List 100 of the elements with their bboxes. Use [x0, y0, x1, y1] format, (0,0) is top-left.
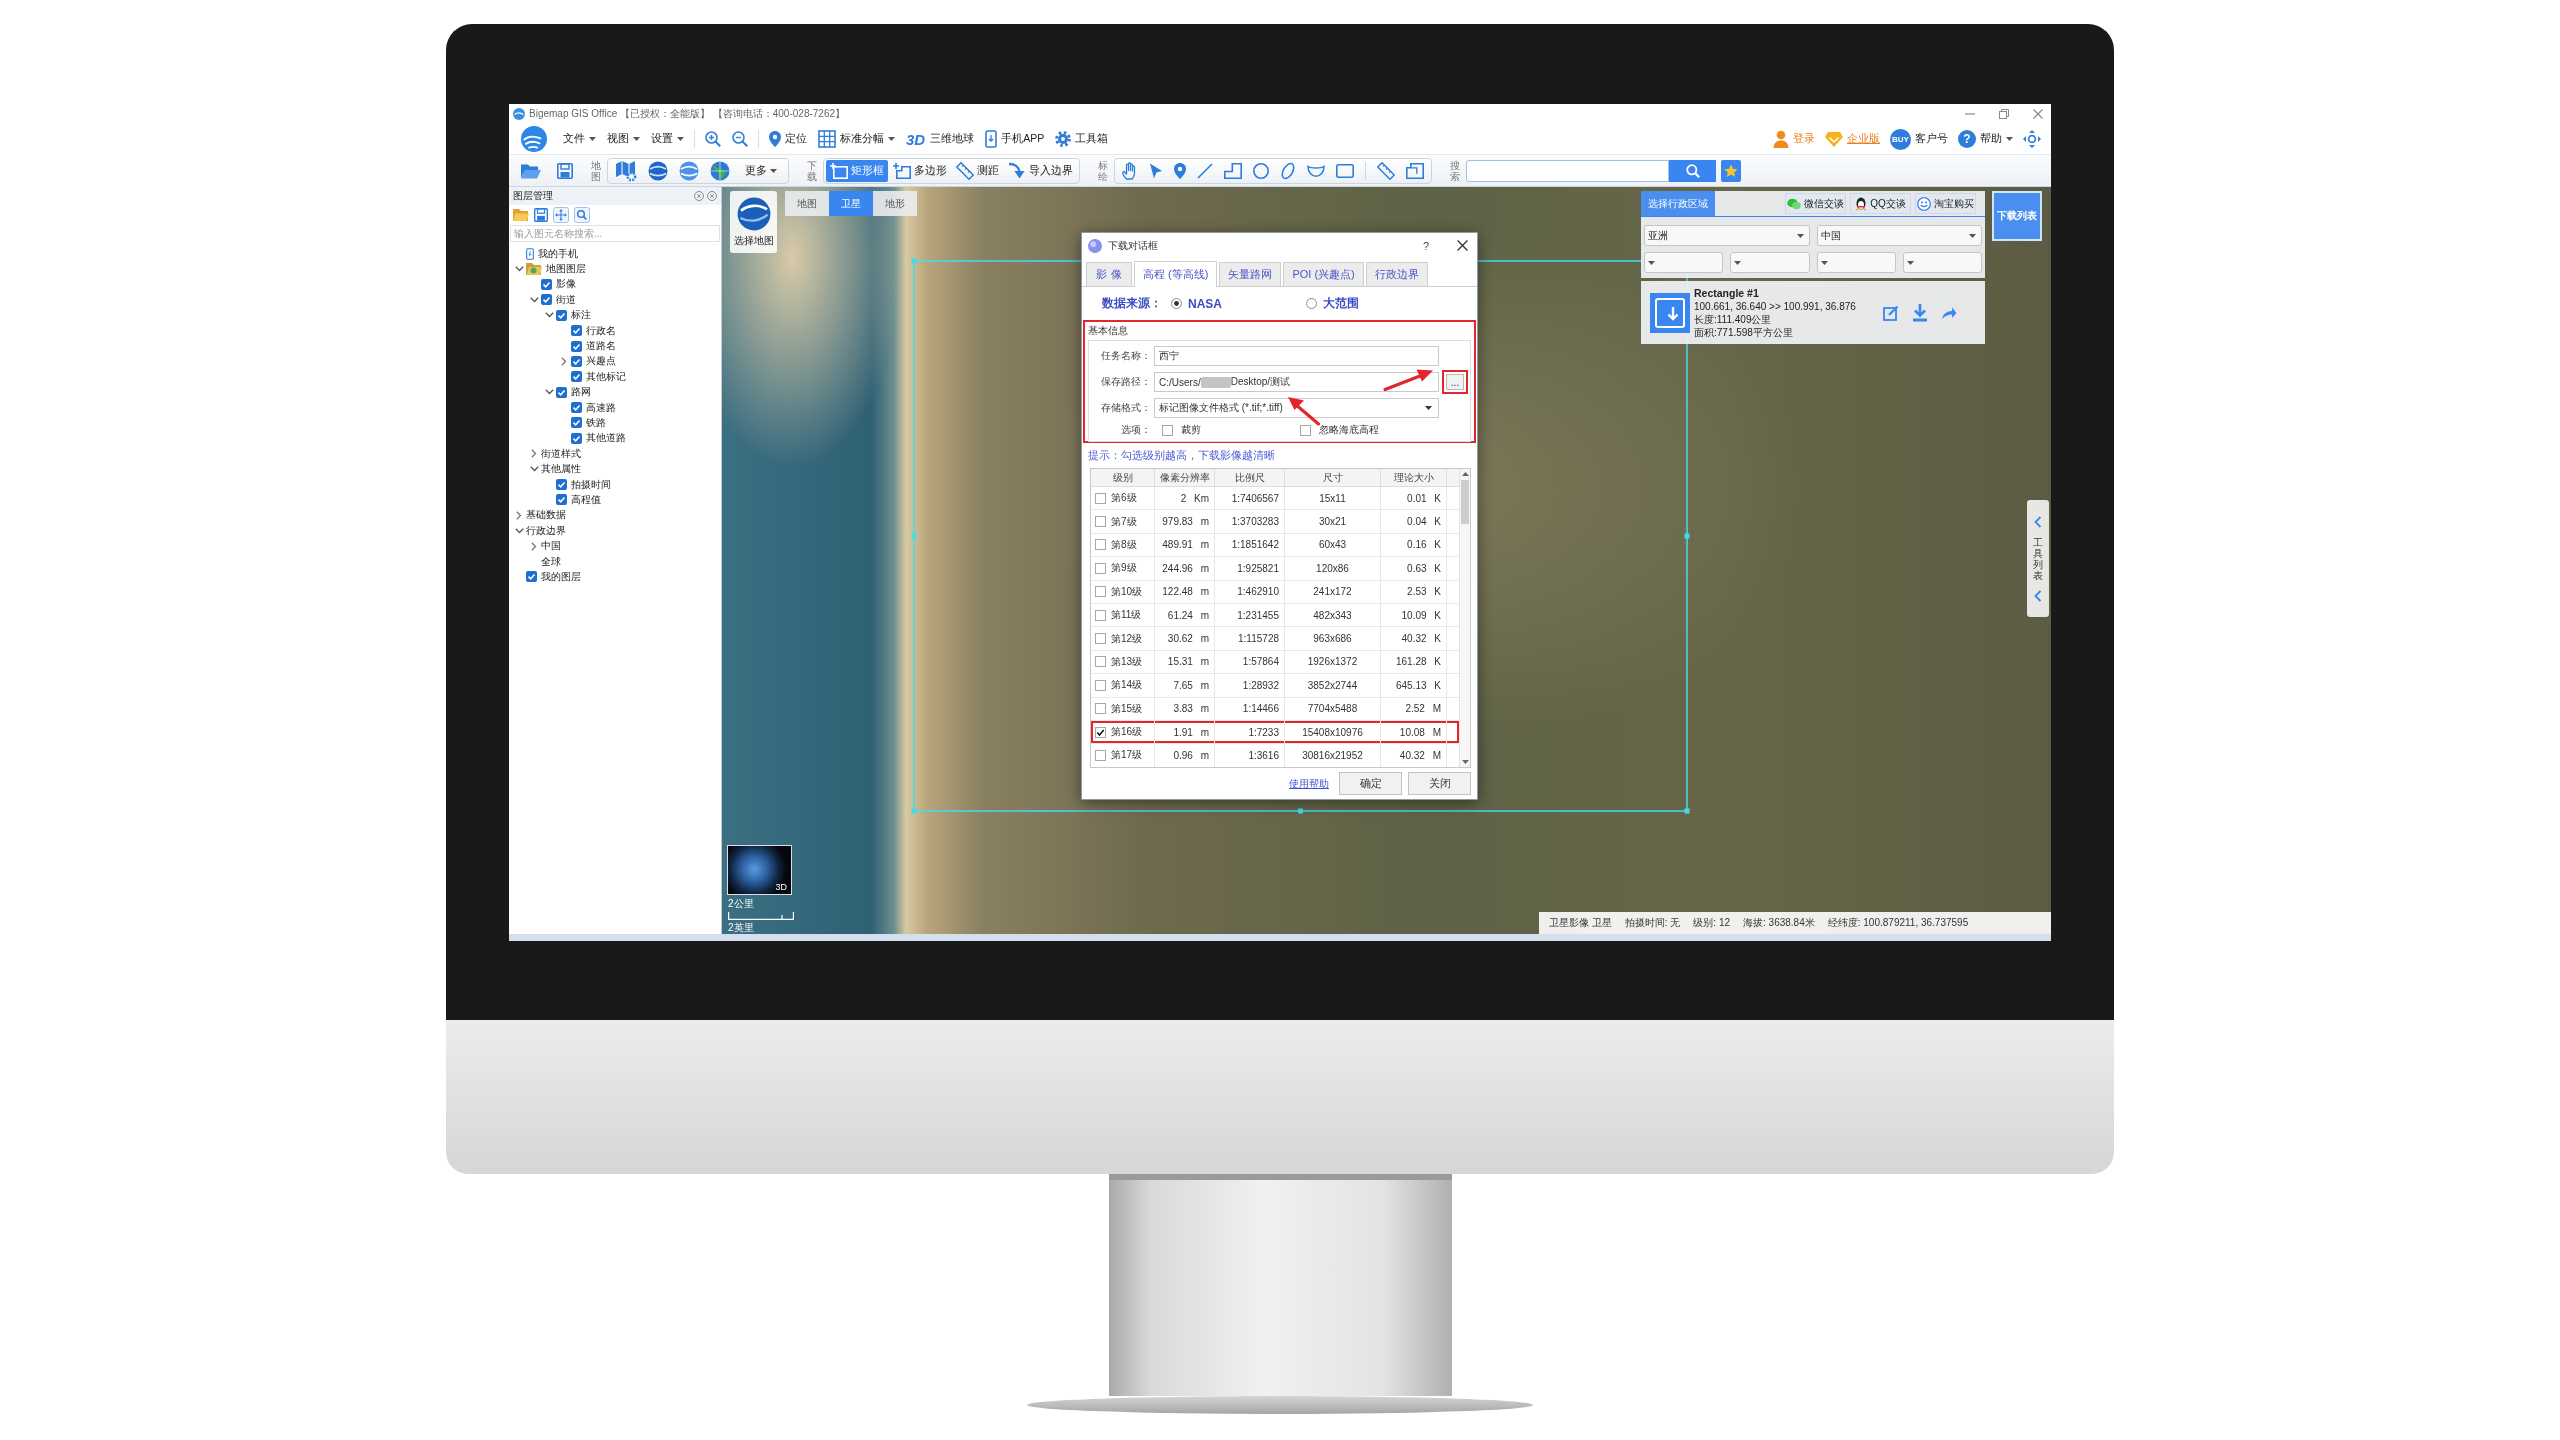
browse-button[interactable]: ... — [1442, 370, 1468, 394]
checkbox[interactable] — [1095, 492, 1106, 504]
checkbox[interactable] — [571, 371, 582, 383]
dropdown-field[interactable] — [1644, 252, 1724, 273]
hand-icon[interactable] — [1122, 161, 1138, 180]
contact-button[interactable]: 微信交谈 — [1785, 193, 1846, 214]
rectangle-tool-button[interactable]: 矩形框 — [826, 159, 888, 182]
ruler-icon[interactable] — [1377, 161, 1395, 180]
dialog-tab[interactable]: POI (兴趣点) — [1283, 262, 1364, 286]
map-type-tab[interactable]: 卫星 — [829, 191, 873, 216]
map-type-tab[interactable]: 地形 — [873, 191, 917, 216]
dropdown-field[interactable]: 中国 — [1816, 225, 1982, 246]
zoom-out-icon[interactable] — [732, 131, 748, 147]
checkbox[interactable] — [1095, 633, 1106, 645]
tree-item-label[interactable]: 中国 — [541, 539, 561, 554]
checkbox[interactable] — [1095, 656, 1106, 668]
rectangle-icon[interactable] — [1336, 163, 1354, 178]
tool-list-tab[interactable]: 工具列表 — [2027, 500, 2049, 617]
edit-icon[interactable] — [1883, 304, 1899, 321]
dropdown-field[interactable] — [1816, 252, 1896, 273]
chevron-down-icon[interactable] — [529, 296, 539, 303]
tree-item-label[interactable]: 其他道路 — [586, 431, 626, 446]
search-icon[interactable] — [574, 206, 590, 223]
checkbox[interactable] — [1162, 424, 1173, 436]
map-switch-button[interactable]: 选择地图 — [730, 191, 777, 253]
scrollbar[interactable] — [1459, 469, 1470, 767]
checkbox[interactable] — [541, 294, 552, 306]
globe-icon[interactable] — [648, 160, 668, 181]
menu-button[interactable]: 视图 — [607, 132, 640, 146]
globe-3d-button[interactable]: 3D — [727, 845, 792, 895]
tree-item-label[interactable]: 其他属性 — [541, 462, 581, 477]
dialog-tab[interactable]: 矢量路网 — [1219, 262, 1282, 286]
tree-item-label[interactable]: 基础数据 — [526, 508, 566, 523]
tree-item-label[interactable]: 标注 — [571, 308, 591, 323]
pointer-icon[interactable] — [1149, 162, 1163, 179]
chevron-right-icon[interactable] — [531, 541, 537, 551]
tree-item-label[interactable]: 道路名 — [586, 339, 616, 354]
line-icon[interactable] — [1197, 162, 1213, 179]
tree-item-label[interactable]: 行政名 — [586, 323, 616, 338]
tree-item-label[interactable]: 其他标记 — [586, 369, 626, 384]
tree-item-label[interactable]: 我的图层 — [541, 569, 581, 584]
zoom-in-icon[interactable] — [705, 131, 721, 147]
checkbox[interactable] — [571, 340, 582, 352]
dropdown-field[interactable] — [1902, 252, 1982, 273]
import-boundary-button[interactable]: 导入边界 — [1004, 159, 1077, 182]
checkbox[interactable] — [1095, 750, 1106, 761]
dialog-tab[interactable]: 高程 (等高线) — [1134, 261, 1218, 287]
dropdown-field[interactable] — [1730, 252, 1810, 273]
circle-close-icon[interactable] — [707, 191, 717, 201]
polygon-tool-button[interactable]: 多边形 — [889, 159, 951, 182]
chevron-down-icon[interactable] — [529, 466, 539, 473]
tree-item-label[interactable]: 街道样式 — [541, 446, 581, 461]
table-row[interactable]: 第10级 122.48 m 1:462910 241x172 2.53 K — [1091, 580, 1459, 604]
dialog-button[interactable]: 关闭 — [1408, 772, 1471, 795]
contact-button[interactable]: QQ交谈 — [1850, 193, 1911, 214]
checkbox[interactable] — [1095, 516, 1106, 528]
save-icon[interactable] — [534, 207, 548, 222]
move-icon[interactable] — [553, 206, 569, 223]
app-logo-icon[interactable] — [521, 126, 547, 152]
path-field[interactable]: C:/Users/ Desktop/测试 — [1154, 372, 1439, 392]
download-icon[interactable] — [1912, 303, 1928, 322]
tree-item-label[interactable]: 高程值 — [571, 492, 601, 507]
measure-button[interactable]: 测距 — [952, 159, 1003, 182]
checkbox[interactable] — [571, 355, 582, 367]
chevron-right-icon[interactable] — [531, 449, 537, 459]
chevron-right-icon[interactable] — [516, 510, 522, 520]
table-row[interactable]: 第6级 2 Km 1:7406567 15x11 0.01 K — [1091, 487, 1459, 511]
toolbox-button[interactable]: 工具箱 — [1055, 131, 1109, 147]
checkbox[interactable] — [526, 571, 537, 583]
checkbox[interactable] — [1095, 609, 1106, 621]
tree-item-label[interactable]: 高速路 — [586, 400, 616, 415]
radio-button[interactable] — [1171, 298, 1182, 309]
table-row[interactable]: 第9级 244.96 m 1:925821 120x86 0.63 K — [1091, 557, 1459, 581]
tree-item-label[interactable]: 路网 — [571, 385, 591, 400]
globe-icon[interactable] — [679, 160, 699, 181]
ellipse-icon[interactable] — [1280, 161, 1296, 180]
map-type-tab[interactable]: 地图 — [785, 191, 829, 216]
earth-icon[interactable] — [710, 160, 730, 181]
table-row[interactable]: 第7级 979.83 m 1:3703283 30x21 0.04 K — [1091, 510, 1459, 534]
search-button[interactable] — [1669, 159, 1716, 182]
checkbox[interactable] — [571, 417, 582, 429]
scroll-up-icon[interactable] — [1461, 472, 1469, 476]
tree-item-label[interactable]: 兴趣点 — [586, 354, 616, 369]
checkbox[interactable] — [1095, 726, 1106, 738]
chevron-right-icon[interactable] — [561, 356, 567, 366]
dialog-tab[interactable]: 影 像 — [1086, 262, 1132, 286]
chevron-down-icon[interactable] — [514, 527, 524, 534]
table-row[interactable]: 第16级 1.91 m 1:7233 15408x10976 10.08 M — [1091, 720, 1459, 745]
navigation-icon[interactable] — [2023, 130, 2041, 148]
pin-icon[interactable] — [1174, 162, 1186, 179]
menu-button[interactable]: 文件 — [563, 132, 596, 146]
checkbox[interactable] — [556, 494, 567, 506]
table-row[interactable]: 第11级 61.24 m 1:231455 482x343 10.09 K — [1091, 603, 1459, 628]
tree-item-label[interactable]: 我的手机 — [538, 246, 578, 261]
more-button[interactable]: 更多 — [741, 159, 781, 182]
circle-close-icon[interactable] — [694, 191, 704, 201]
scrollbar-thumb[interactable] — [1461, 480, 1469, 524]
circle-icon[interactable] — [1253, 162, 1269, 179]
dialog-tab[interactable]: 行政边界 — [1365, 262, 1428, 286]
restore-icon[interactable] — [1999, 109, 2009, 119]
